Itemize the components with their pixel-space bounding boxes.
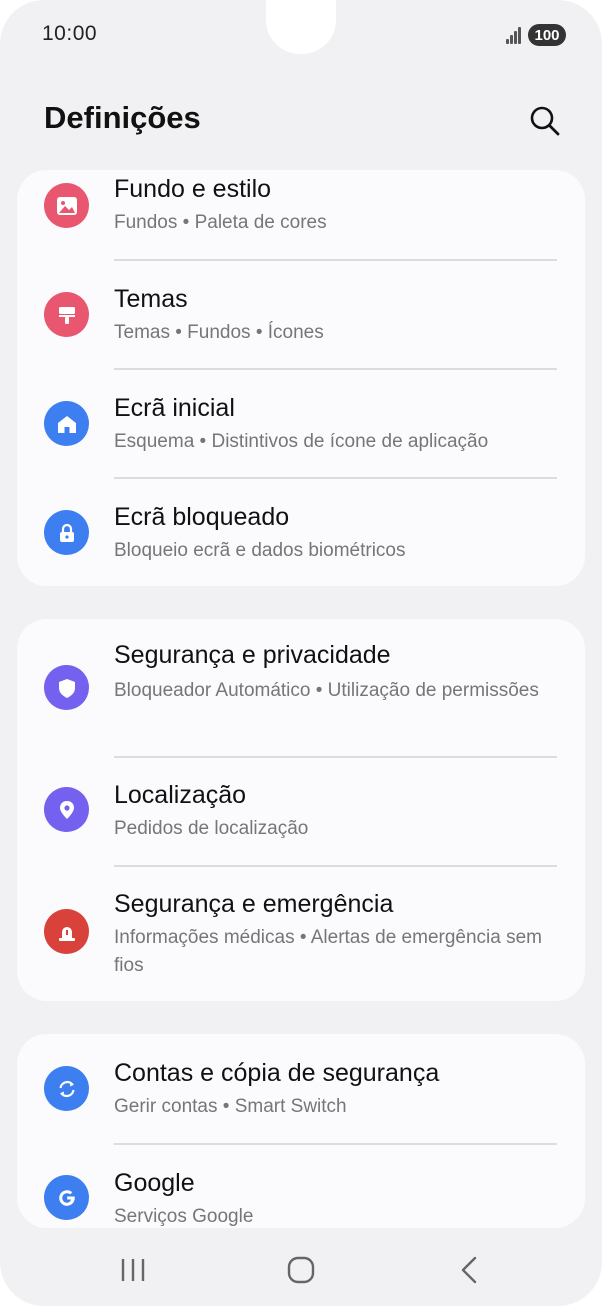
battery-indicator: 100 — [528, 24, 566, 46]
setting-google[interactable]: Google Serviços Google — [17, 1166, 585, 1228]
status-time: 10:00 — [42, 22, 98, 45]
item-title: Segurança e privacidade — [114, 641, 391, 669]
item-subtitle: Serviços Google — [114, 1206, 254, 1227]
shield-icon — [44, 665, 89, 710]
item-title: Contas e cópia de segurança — [114, 1059, 440, 1087]
setting-home-screen[interactable]: Ecrã inicial Esquema • Distintivos de íc… — [17, 389, 585, 479]
page-title: Definições — [44, 100, 201, 135]
setting-accounts-backup[interactable]: Contas e cópia de segurança Gerir contas… — [17, 1056, 585, 1146]
image-icon — [44, 183, 89, 228]
item-subtitle: Bloqueio ecrã e dados biométricos — [114, 540, 406, 561]
setting-location[interactable]: Localização Pedidos de localização — [17, 778, 585, 868]
home-icon — [44, 401, 89, 446]
settings-card-display: Fundo e estilo Fundos • Paleta de cores … — [17, 170, 585, 586]
emergency-light-icon — [44, 909, 89, 954]
item-subtitle: Gerir contas • Smart Switch — [114, 1096, 347, 1117]
google-icon — [44, 1175, 89, 1220]
search-button[interactable] — [526, 102, 564, 140]
item-title: Ecrã bloqueado — [114, 503, 290, 531]
location-pin-icon — [44, 787, 89, 832]
search-icon — [530, 106, 560, 136]
item-subtitle: Informações médicas • Alertas de emergên… — [114, 927, 543, 976]
recents-icon — [121, 1259, 145, 1281]
divider — [114, 477, 557, 479]
divider — [114, 368, 557, 370]
sync-icon — [44, 1066, 89, 1111]
back-icon — [461, 1256, 477, 1284]
brush-icon — [44, 292, 89, 337]
divider — [114, 1143, 557, 1145]
divider — [114, 259, 557, 261]
item-subtitle: Pedidos de localização — [114, 818, 309, 839]
item-title: Ecrã inicial — [114, 394, 235, 422]
item-subtitle: Fundos • Paleta de cores — [114, 212, 327, 233]
home-button[interactable] — [261, 1240, 341, 1300]
settings-card-accounts: Contas e cópia de segurança Gerir contas… — [17, 1034, 585, 1228]
setting-wallpaper-style[interactable]: Fundo e estilo Fundos • Paleta de cores — [17, 170, 585, 260]
setting-lock-screen[interactable]: Ecrã bloqueado Bloqueio ecrã e dados bio… — [17, 498, 585, 588]
item-title: Segurança e emergência — [114, 890, 394, 918]
item-subtitle: Esquema • Distintivos de ícone de aplica… — [114, 431, 489, 452]
divider — [114, 865, 557, 867]
item-title: Localização — [114, 781, 247, 809]
camera-notch — [266, 0, 336, 54]
navigation-bar — [0, 1240, 602, 1300]
item-title: Temas — [114, 285, 188, 313]
lock-icon — [44, 510, 89, 555]
recents-button[interactable] — [93, 1240, 173, 1300]
item-subtitle: Bloqueador Automático • Utilização de pe… — [114, 680, 539, 701]
item-subtitle: Temas • Fundos • Ícones — [114, 322, 324, 343]
setting-security-privacy[interactable]: Segurança e privacidade Bloqueador Autom… — [17, 641, 585, 756]
phone-screen: 10:00 100 Definições Fundo e estilo Fund… — [0, 0, 602, 1306]
setting-safety-emergency[interactable]: Segurança e emergência Informações médic… — [17, 887, 585, 997]
home-button-icon — [287, 1256, 315, 1284]
item-title: Fundo e estilo — [114, 175, 272, 203]
divider — [114, 756, 557, 758]
setting-themes[interactable]: Temas Temas • Fundos • Ícones — [17, 280, 585, 370]
item-title: Google — [114, 1169, 195, 1197]
settings-card-security: Segurança e privacidade Bloqueador Autom… — [17, 619, 585, 1001]
signal-icon — [506, 26, 524, 44]
back-button[interactable] — [430, 1240, 510, 1300]
